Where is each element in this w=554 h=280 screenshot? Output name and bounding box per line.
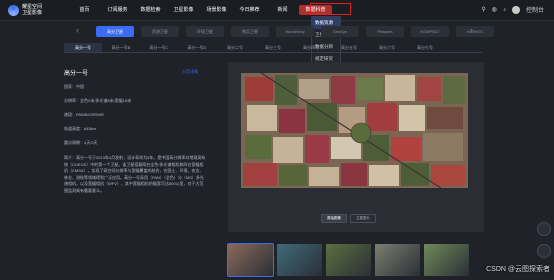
chips-prev-chevron-icon[interactable]: ‹ xyxy=(76,25,79,35)
avatar[interactable] xyxy=(511,5,520,14)
category-chip-1[interactable]: 资源卫星 xyxy=(141,25,179,37)
top-navigation-bar: 耀星空间 卫星影像 首页 订阅服务 数据检索 卫星影像 场景影像 今日推荐 新闻 数据科普 ⚲… xyxy=(0,0,554,21)
contact-icon[interactable] xyxy=(537,222,551,236)
info-revisit: 重访周期：4天/2天 xyxy=(64,140,98,145)
thumbnail-2[interactable] xyxy=(326,244,371,276)
satellite-tab-4[interactable]: 高分二号 xyxy=(216,43,254,52)
category-chip-7[interactable]: KOMPSAT xyxy=(411,25,449,37)
thumbnail-1[interactable] xyxy=(277,244,322,276)
satellite-image[interactable] xyxy=(241,73,468,188)
category-chips: 高分卫星 资源卫星 环境卫星 哨兵卫星 WorldView GeoEye Pleiades K… xyxy=(96,24,516,38)
brand-logo[interactable]: 耀星空间 卫星影像 xyxy=(8,3,48,17)
brand-line-2: 卫星影像 xyxy=(22,10,43,16)
satellite-tab-8[interactable]: 高分六号 xyxy=(368,43,406,52)
info-orbit: 轨道高度：645km xyxy=(64,126,97,131)
satellite-tab-1[interactable]: 高分一号B xyxy=(102,43,140,52)
satellite-tab-5[interactable]: 高分三号 xyxy=(254,43,292,52)
category-chip-4[interactable]: WorldView xyxy=(276,25,314,37)
satellite-tabs: 高分一号 高分一号B 高分一号C 高分一号D 高分二号 高分三号 高分四号 高分五号 高分六号高… xyxy=(64,43,482,53)
globe-icon[interactable]: ◍ xyxy=(492,6,497,13)
category-chip-2[interactable]: 环境卫星 xyxy=(186,25,224,37)
nav-item-3[interactable]: 卫星影像 xyxy=(167,0,200,20)
satellite-tab-9[interactable]: 高分七号 xyxy=(406,43,444,52)
category-chip-8[interactable]: IKONOS xyxy=(456,25,494,37)
info-resolution: 分辨率：全色2米/多光谱8米/宽幅16米 xyxy=(64,98,132,103)
nav-item-0[interactable]: 首页 xyxy=(68,0,101,20)
thumbnail-4[interactable] xyxy=(424,244,469,276)
nav-item-5[interactable]: 今日推荐 xyxy=(233,0,266,20)
satellite-tab-2[interactable]: 高分一号C xyxy=(140,43,178,52)
nav-item-2[interactable]: 数据检索 xyxy=(134,0,167,20)
info-country: 国家：中国 xyxy=(64,84,84,89)
image-viewer: 原始图像 卫星图片 xyxy=(228,62,484,232)
user-label[interactable]: 控制台 xyxy=(526,5,544,14)
category-chip-6[interactable]: Pleiades xyxy=(366,25,404,37)
floating-side-buttons xyxy=(537,222,551,258)
annotation-highlight-box xyxy=(310,3,351,15)
header-actions: ⚲ ◍ ♪ 控制台 xyxy=(481,5,544,14)
logo-icon xyxy=(8,4,19,16)
bell-icon[interactable]: ♪ xyxy=(503,7,506,13)
watermark: CSDN @云图探索者 xyxy=(486,266,550,273)
support-icon[interactable] xyxy=(537,244,551,258)
main-nav: 首页 订阅服务 数据检索 卫星影像 场景影像 今日推荐 新闻 数据科普 xyxy=(68,0,332,20)
nav-item-4[interactable]: 场景影像 xyxy=(200,0,233,20)
chips-next-chevron-icon[interactable]: › xyxy=(470,25,473,35)
category-chip-0[interactable]: 高分卫星 xyxy=(96,25,134,37)
thumbnail-3[interactable] xyxy=(375,244,420,276)
panel-title: 高分一号 xyxy=(64,71,89,77)
detail-link[interactable]: 示范详情 xyxy=(182,69,198,75)
category-chip-5[interactable]: GeoEye xyxy=(321,25,359,37)
satellite-info-panel: 高分一号 示范详情 国家：中国 分辨率：全色2米/多光谱8米/宽幅16米 谱段：… xyxy=(56,62,211,252)
satellite-tab-3[interactable]: 高分一号D xyxy=(178,43,216,52)
satellite-tab-7[interactable]: 高分五号 xyxy=(330,43,368,52)
category-chip-3[interactable]: 哨兵卫星 xyxy=(231,25,269,37)
thumbnail-0[interactable] xyxy=(227,243,274,277)
location-icon[interactable]: ⚲ xyxy=(481,6,485,13)
info-bands: 谱段：PAN/B/G/R/NIR xyxy=(64,112,104,117)
nav-item-1[interactable]: 订阅服务 xyxy=(101,0,134,20)
nav-item-6[interactable]: 新闻 xyxy=(266,0,299,20)
satellite-tab-0[interactable]: 高分一号 xyxy=(64,43,102,52)
brand-name: 耀星空间 卫星影像 xyxy=(22,4,42,16)
description-text: 简介：高分一号于2013年4月发射，设计寿命为5年。是中国高分辨率对地观测系统（… xyxy=(64,155,206,193)
satellite-image-button[interactable]: 卫星图片 xyxy=(350,214,376,223)
satellite-tab-6[interactable]: 高分四号 xyxy=(292,43,330,52)
thumbnail-strip xyxy=(227,243,484,277)
view-mode-buttons: 原始图像 卫星图片 xyxy=(321,214,376,223)
original-image-button[interactable]: 原始图像 xyxy=(321,214,347,223)
